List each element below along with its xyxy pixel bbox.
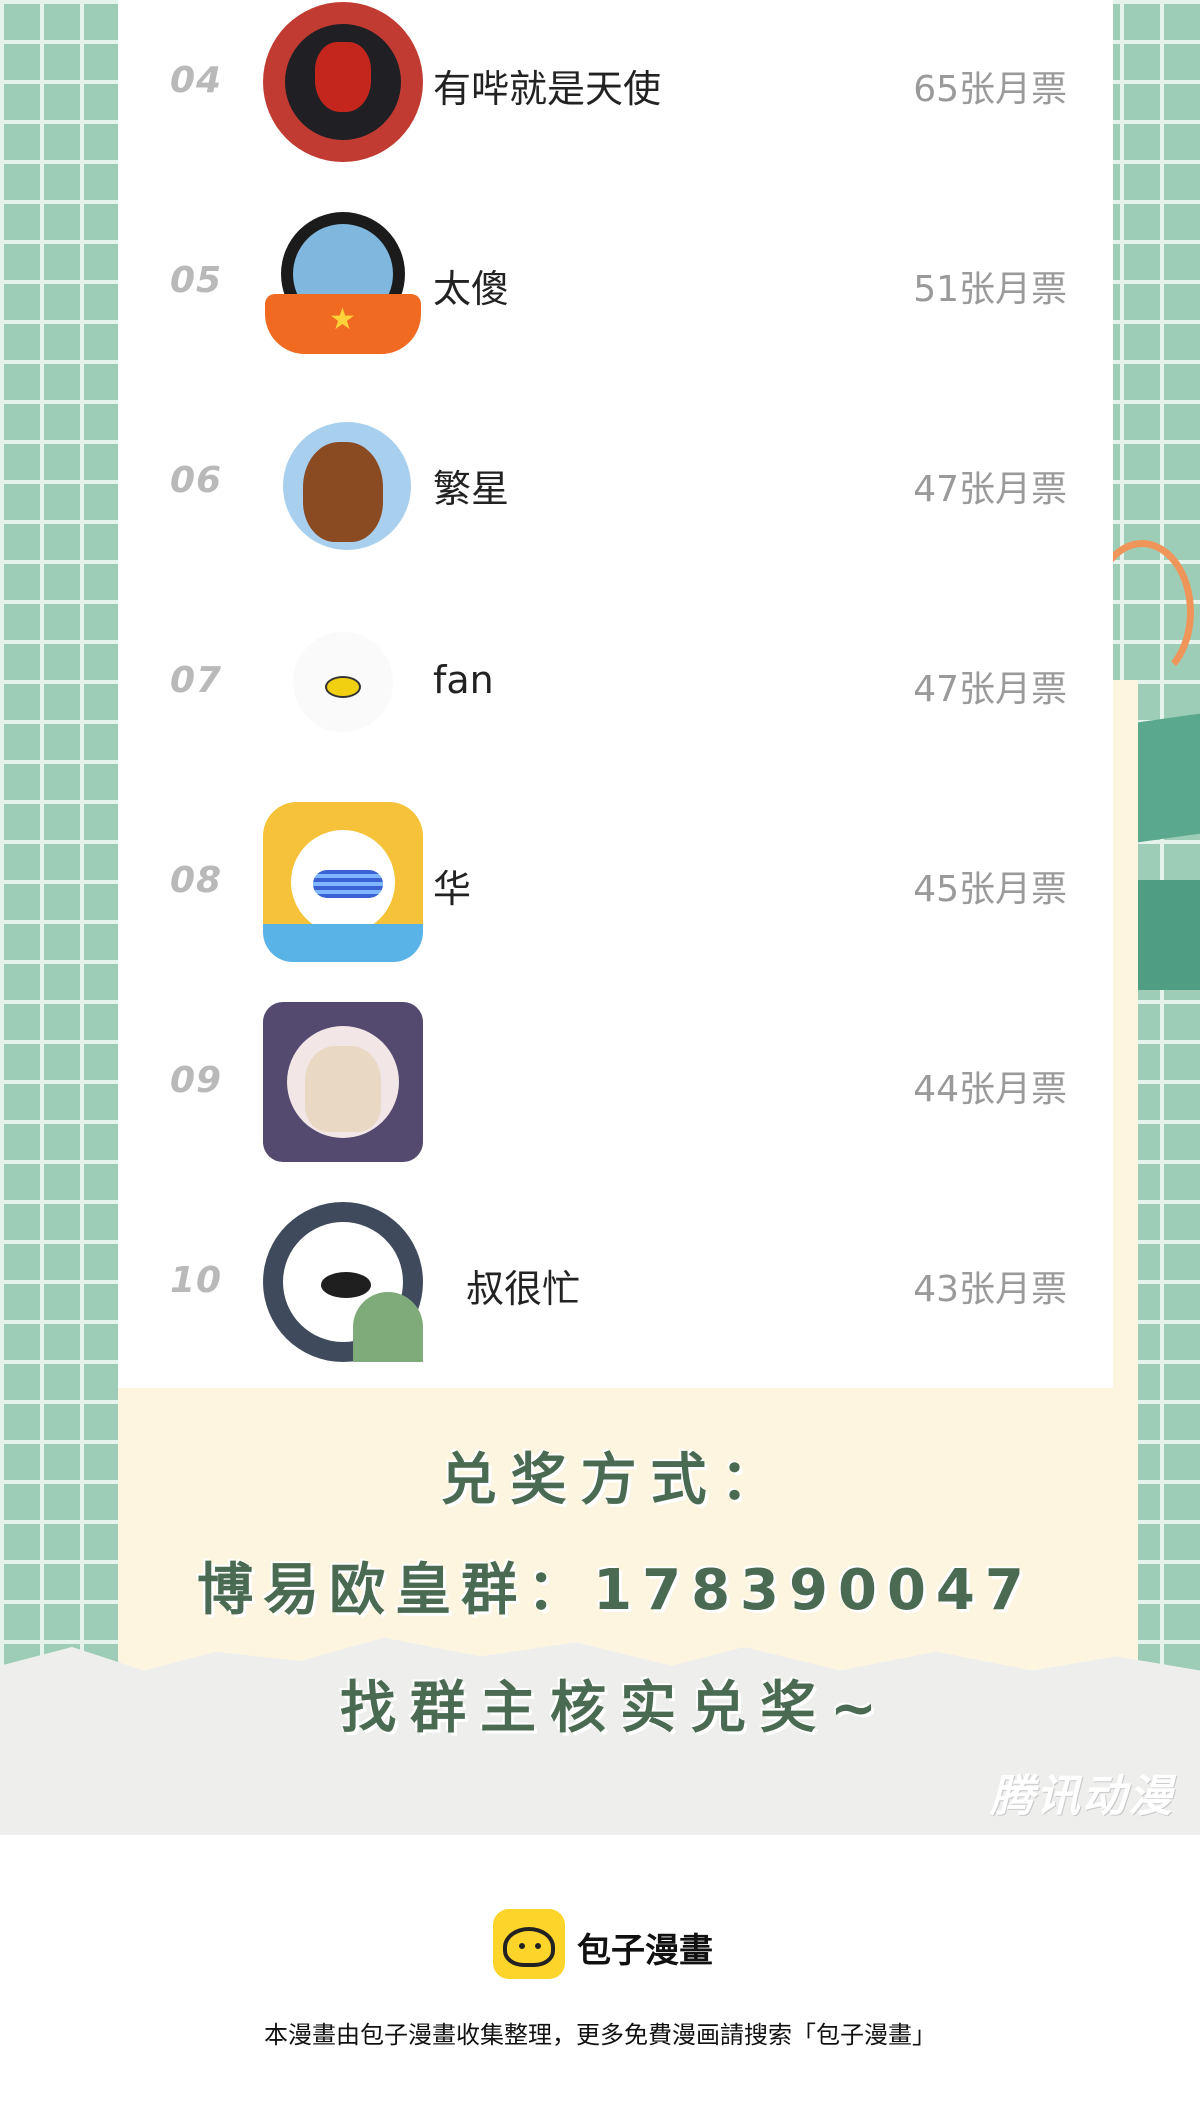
- footer: 包子漫畫 本漫畫由包子漫畫收集整理，更多免費漫画請搜索「包子漫畫」: [0, 1835, 1200, 2120]
- rank-number: 04: [170, 60, 223, 101]
- bear-avatar-icon: [263, 402, 423, 562]
- leaderboard-row: 07 fan 47张月票: [118, 582, 1113, 782]
- rank-number: 06: [170, 460, 223, 501]
- user-name: fan: [433, 658, 494, 702]
- leaderboard-row: 08 华 45张月票: [118, 782, 1113, 982]
- rank-number: 08: [170, 860, 223, 901]
- vote-count: 65张月票: [913, 69, 1067, 110]
- user-name: 有哔就是天使: [433, 67, 662, 111]
- leaderboard-row: 04 有哔就是天使 65张月票: [118, 0, 1113, 182]
- leaderboard-row: 10 叔很忙 43张月票: [118, 1182, 1113, 1382]
- deadpool-avatar-icon: [263, 2, 423, 162]
- prize-title: 兑奖方式：: [440, 1448, 791, 1513]
- vote-count: 47张月票: [913, 669, 1067, 710]
- vote-count: 47张月票: [913, 469, 1067, 510]
- rank-number: 10: [170, 1260, 223, 1301]
- vote-count: 45张月票: [913, 869, 1067, 910]
- vote-count: 43张月票: [913, 1269, 1067, 1310]
- teal-ribbon-decoration-2: [1135, 880, 1200, 990]
- user-name: 华: [433, 867, 472, 911]
- leaderboard-row: 05 ★ 太傻 51张月票: [118, 182, 1113, 382]
- leaderboard-card: 04 有哔就是天使 65张月票 05 ★ 太傻 51张月票 06 繁星 47张月…: [118, 0, 1113, 1388]
- user-name: 繁星: [433, 467, 510, 511]
- tencent-comic-watermark: 腾讯动漫: [990, 1771, 1174, 1822]
- brand-name[interactable]: 包子漫畫: [577, 1923, 713, 1972]
- rank-number: 09: [170, 1060, 223, 1101]
- leaderboard-row: 06 繁星 47张月票: [118, 382, 1113, 582]
- user-name: 太傻: [433, 267, 510, 311]
- prize-note: 找群主核实兑奖~: [340, 1676, 891, 1741]
- user-name: 叔很忙: [466, 1267, 581, 1311]
- anime-girl-avatar-icon: [263, 1002, 423, 1162]
- vote-count: 51张月票: [913, 269, 1067, 310]
- star-frame-avatar-icon: [263, 802, 423, 962]
- rank-number: 07: [170, 660, 223, 701]
- footer-note: 本漫畫由包子漫畫收集整理，更多免費漫画請搜索「包子漫畫」: [264, 2021, 936, 2049]
- default-avatar-icon: [263, 602, 423, 762]
- anime-character-avatar-icon: ★: [263, 202, 423, 362]
- prize-group-number: 博易欧皇群：178390047: [197, 1558, 1034, 1623]
- cartoon-face-avatar-icon: [263, 1202, 423, 1362]
- baozi-logo-icon[interactable]: [493, 1909, 565, 1979]
- rank-number: 05: [170, 260, 223, 301]
- leaderboard-row: 09 44张月票: [118, 982, 1113, 1182]
- vote-count: 44张月票: [913, 1069, 1067, 1110]
